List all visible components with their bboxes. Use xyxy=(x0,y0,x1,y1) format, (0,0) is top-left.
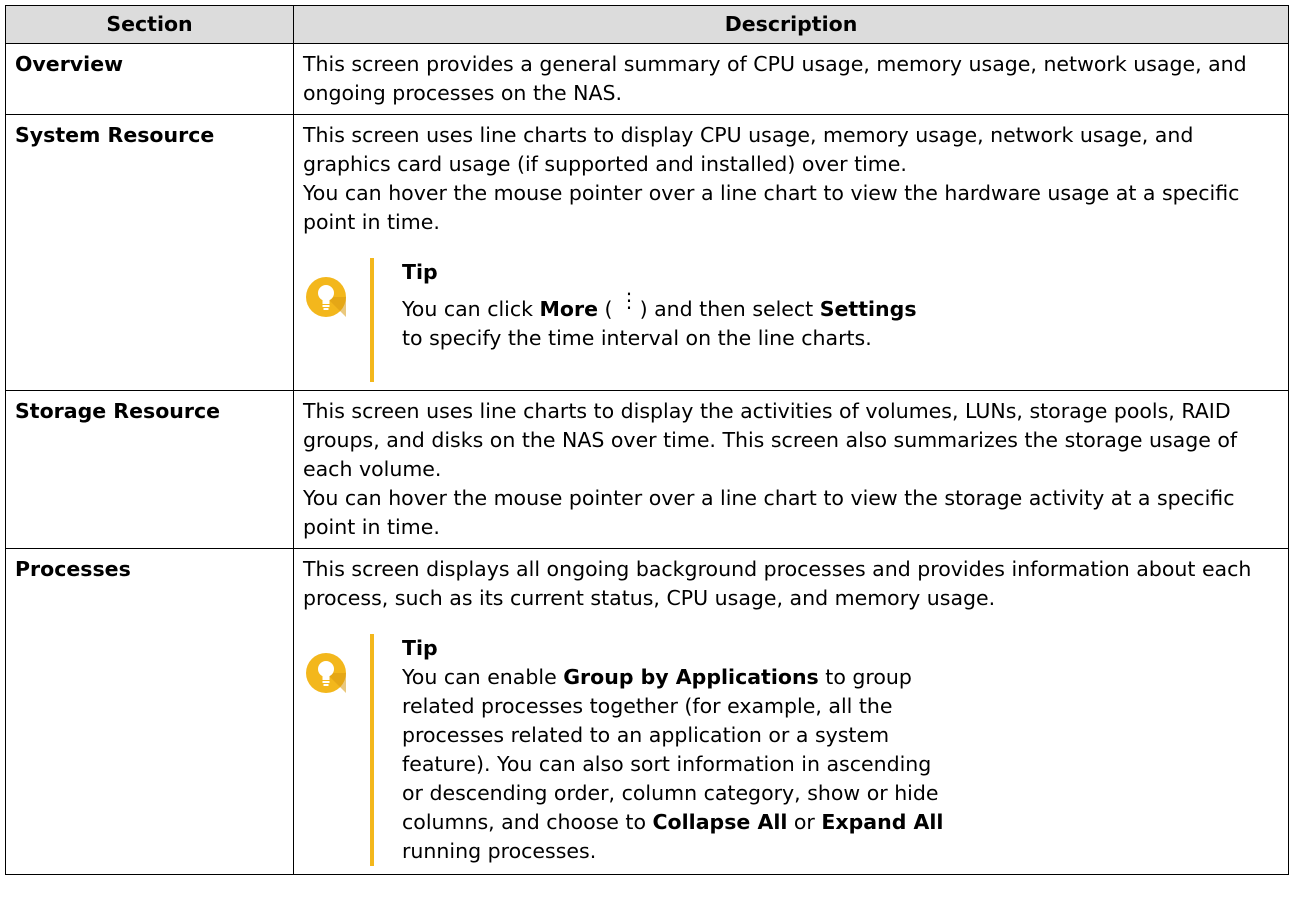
description-text: This screen displays all ongoing backgro… xyxy=(303,557,1252,610)
table-row: Overview This screen provides a general … xyxy=(5,43,1289,115)
tip-box: Tip You can enable Group by Applications… xyxy=(303,634,1282,866)
description-text: This screen provides a general summary o… xyxy=(303,52,1247,105)
tip-title: Tip xyxy=(402,636,438,660)
tip-text-part: You can enable xyxy=(402,665,564,689)
tip-box: Tip You can click More ( ⋮ ) and then se… xyxy=(303,258,1282,382)
header-description: Description xyxy=(293,5,1289,44)
tip-text-part: You can click xyxy=(402,297,540,321)
description-text: You can hover the mouse pointer over a l… xyxy=(303,486,1235,539)
tip-accent-bar xyxy=(370,634,374,866)
table-header-row: Section Description xyxy=(5,5,1289,44)
description-text: This screen uses line charts to display … xyxy=(303,399,1238,481)
table-row: System Resource This screen uses line ch… xyxy=(5,114,1289,391)
expand-all-label: Expand All xyxy=(821,810,944,834)
description-text: This screen uses line charts to display … xyxy=(303,123,1194,176)
tip-text: You can click More ( ⋮ ) and then select… xyxy=(402,288,1282,353)
description-cell: This screen uses line charts to display … xyxy=(293,390,1289,549)
section-name-system-resource: System Resource xyxy=(5,114,294,391)
tip-text-part: ) and then select xyxy=(633,297,820,321)
table-row: Storage Resource This screen uses line c… xyxy=(5,390,1289,549)
tip-text-part: to specify the time interval on the line… xyxy=(402,326,872,350)
tip-text-part: running processes. xyxy=(402,839,597,863)
header-section: Section xyxy=(5,5,294,44)
settings-label: Settings xyxy=(819,297,917,321)
group-by-applications-label: Group by Applications xyxy=(563,665,819,689)
tip-accent-bar xyxy=(370,258,374,382)
tip-text-part: to group related processes together (for… xyxy=(402,665,939,834)
kebab-menu-icon: ⋮ xyxy=(619,288,640,312)
tip-title: Tip xyxy=(402,260,438,284)
description-cell: This screen displays all ongoing backgro… xyxy=(293,548,1289,875)
collapse-all-label: Collapse All xyxy=(652,810,788,834)
table-row: Processes This screen displays all ongoi… xyxy=(5,548,1289,875)
lightbulb-icon xyxy=(306,653,346,693)
section-name-processes: Processes xyxy=(5,548,294,875)
section-name-storage-resource: Storage Resource xyxy=(5,390,294,549)
resource-monitor-sections-table: Section Description Overview This screen… xyxy=(5,5,1289,875)
description-cell: This screen uses line charts to display … xyxy=(293,114,1289,391)
description-cell: This screen provides a general summary o… xyxy=(293,43,1289,115)
lightbulb-icon xyxy=(306,277,346,317)
tip-text: You can enable Group by Applications to … xyxy=(402,663,952,866)
more-label: More xyxy=(539,297,599,321)
section-name-overview: Overview xyxy=(5,43,294,115)
description-text: You can hover the mouse pointer over a l… xyxy=(303,181,1240,234)
tip-text-part: or xyxy=(787,810,822,834)
tip-text-part: ( xyxy=(598,297,620,321)
